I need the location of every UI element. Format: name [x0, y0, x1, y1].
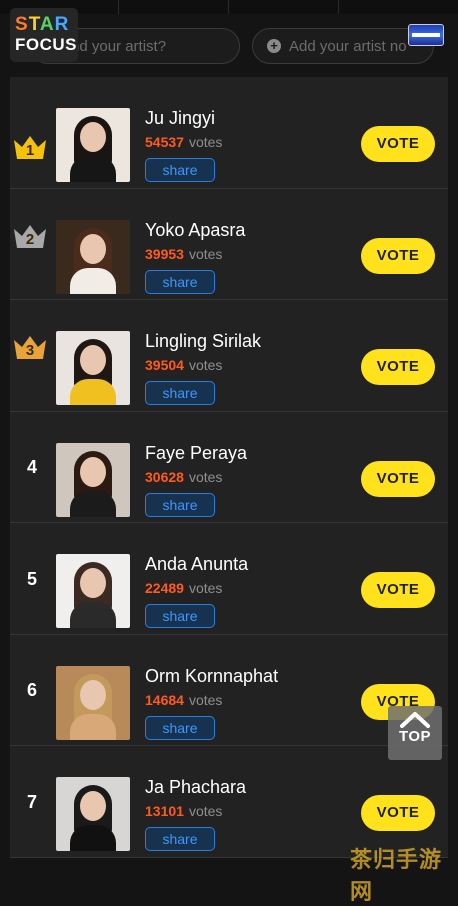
vote-count: 39953 votes [145, 246, 222, 262]
votes-label: votes [188, 580, 223, 596]
rank-number: 7 [26, 791, 37, 812]
scroll-top-label: TOP [398, 728, 432, 745]
add-artist-label: Add your artist no [289, 37, 407, 55]
vote-count: 14684 votes [145, 692, 222, 708]
vote-count: 54537 votes [145, 134, 222, 150]
logo-letter: T [28, 14, 40, 35]
share-button[interactable]: share [145, 492, 215, 517]
votes-label: votes [188, 245, 223, 262]
artist-name: Orm Kornnaphat [145, 665, 279, 686]
vote-button[interactable]: VOTE [361, 237, 435, 274]
vote-count: 22489 votes [145, 580, 222, 596]
rank-number: 1 [25, 142, 35, 159]
votes-label: votes [188, 691, 223, 708]
vote-count: 30628 votes [145, 469, 222, 485]
crown-icon: 3 [12, 332, 48, 362]
divider [118, 0, 119, 14]
crown-icon: 2 [12, 221, 48, 251]
artist-name: Anda Anunta [145, 554, 249, 574]
plus-icon: + [267, 39, 281, 53]
rank-number: 2 [25, 230, 35, 248]
artist-photo[interactable] [56, 108, 130, 182]
chevron-up-icon [400, 712, 430, 728]
rank-number: 5 [26, 568, 37, 589]
artist-name: Yoko Apasra [145, 219, 246, 240]
vote-button[interactable]: VOTE [361, 460, 435, 497]
artist-row: 3 Lingling Sirilak 39504 votes share VOTE [10, 300, 448, 412]
ranking-list: 1 Ju Jingyi 54537 votes share VOTE 2 Yoko… [10, 77, 448, 858]
share-button[interactable]: share [145, 715, 215, 740]
vote-number: 39504 [145, 357, 184, 373]
artist-photo[interactable] [56, 219, 130, 294]
vote-number: 22489 [145, 580, 184, 596]
votes-label: votes [188, 468, 223, 485]
vote-number: 39953 [145, 245, 184, 262]
share-button[interactable]: share [145, 158, 215, 182]
votes-label: votes [188, 803, 223, 819]
flag-badge-icon[interactable] [408, 24, 444, 46]
vote-number: 30628 [145, 468, 184, 485]
add-artist-button[interactable]: + Add your artist no [252, 28, 434, 64]
logo-star: STAR [15, 15, 78, 35]
artist-name: Ju Jingyi [145, 108, 216, 128]
artist-name: Lingling Sirilak [145, 331, 262, 351]
vote-number: 13101 [145, 803, 184, 819]
vote-button[interactable]: VOTE [361, 795, 435, 831]
artist-row: 1 Ju Jingyi 54537 votes share VOTE [10, 77, 448, 189]
share-button[interactable]: share [145, 827, 215, 851]
app-logo[interactable]: STAR FOCUS [10, 8, 78, 62]
logo-letter: R [54, 14, 70, 35]
share-button[interactable]: share [145, 381, 215, 405]
vote-button[interactable]: VOTE [361, 126, 435, 162]
vote-count: 13101 votes [145, 803, 222, 819]
artist-row: 5 Anda Anunta 22489 votes share VOTE [10, 523, 448, 635]
vote-number: 54537 [145, 134, 184, 150]
share-button[interactable]: share [145, 269, 215, 294]
scroll-top-button[interactable]: TOP [388, 706, 442, 760]
rank-number: 6 [26, 680, 37, 700]
artist-photo[interactable] [56, 331, 130, 405]
votes-label: votes [188, 357, 223, 373]
crown-icon: 1 [12, 132, 48, 162]
artist-name: Faye Peraya [145, 442, 248, 463]
vote-button[interactable]: VOTE [361, 572, 435, 608]
artist-photo[interactable] [56, 777, 130, 851]
rank-number: 3 [25, 342, 35, 359]
artist-photo[interactable] [56, 554, 130, 628]
vote-number: 14684 [145, 691, 184, 708]
votes-label: votes [188, 134, 223, 150]
logo-focus: FOCUS [15, 35, 77, 54]
artist-row: 7 Ja Phachara 13101 votes share VOTE [10, 746, 448, 858]
divider [228, 0, 229, 14]
artist-row: 6 Orm Kornnaphat 14684 votes share VOTE [10, 634, 448, 746]
rank-number: 4 [26, 457, 37, 477]
logo-letter: A [39, 14, 55, 35]
watermark: 茶归手游网 [350, 847, 443, 904]
artist-row: 2 Yoko Apasra 39953 votes share VOTE [10, 188, 448, 300]
search-placeholder: nd your artist? [71, 37, 167, 55]
share-button[interactable]: share [145, 604, 215, 628]
vote-button[interactable]: VOTE [361, 349, 435, 385]
logo-letter: S [15, 14, 29, 35]
artist-name: Ja Phachara [145, 777, 247, 797]
divider [338, 0, 339, 14]
artist-photo[interactable] [56, 442, 130, 517]
artist-photo[interactable] [56, 665, 130, 740]
vote-count: 39504 votes [145, 357, 222, 373]
artist-row: 4 Faye Peraya 30628 votes share VOTE [10, 411, 448, 523]
